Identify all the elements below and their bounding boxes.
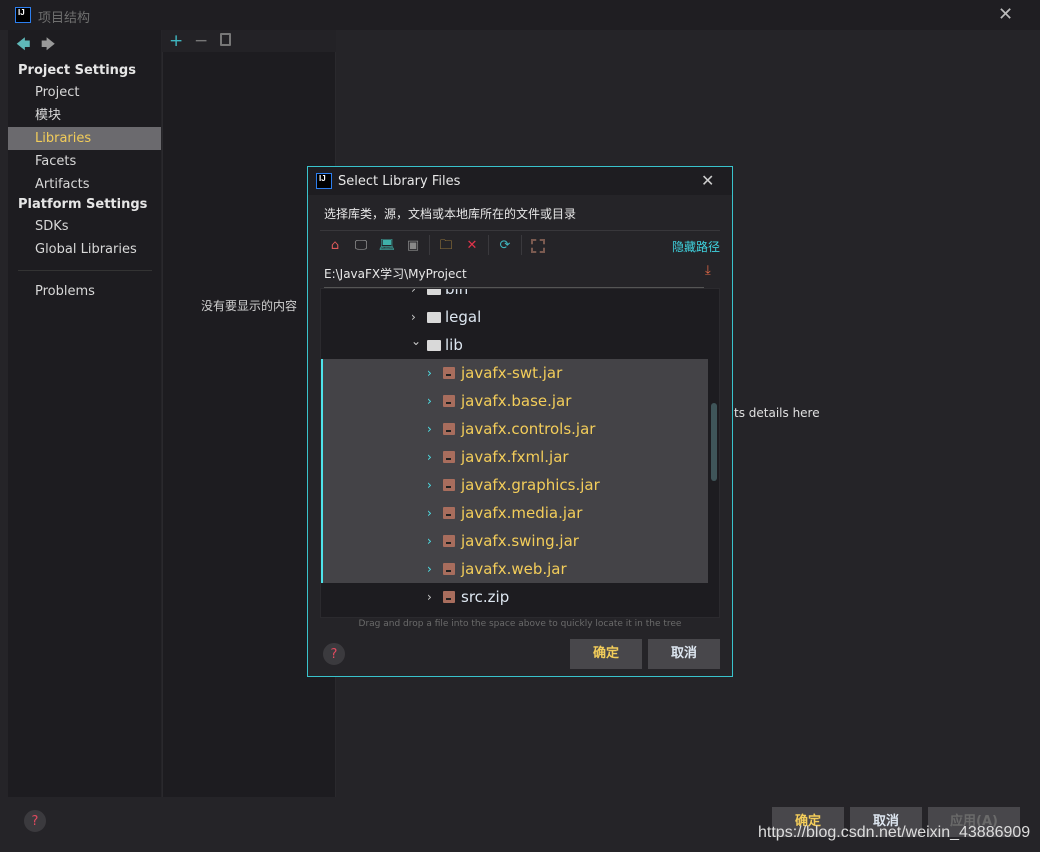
sidebar-item-libraries[interactable]: Libraries xyxy=(8,127,161,150)
details-placeholder-text: ts details here xyxy=(734,406,820,420)
tree-row-label: javafx.media.jar xyxy=(461,504,583,522)
tree-row[interactable]: › javafx.media.jar xyxy=(321,499,708,527)
dialog-close-icon[interactable]: ✕ xyxy=(701,171,714,190)
show-hidden-icon[interactable] xyxy=(531,239,545,253)
jar-icon xyxy=(443,535,455,547)
section-platform-settings: Platform Settings xyxy=(18,197,148,212)
toolbar-separator xyxy=(429,235,430,255)
file-tree[interactable]: › bin › legal ⌄ lib › javafx-swt.jar › javafx.bas… xyxy=(320,288,720,618)
chevron-right-icon[interactable]: › xyxy=(427,555,432,583)
title-bar xyxy=(0,0,1040,30)
empty-list-text: 没有要显示的内容 xyxy=(201,299,298,313)
tree-row[interactable]: › src.zip xyxy=(321,583,708,611)
tree-row[interactable]: › javafx.graphics.jar xyxy=(321,471,708,499)
select-library-files-dialog: IJ Select Library Files ✕ 选择库类，源，文档或本地库所… xyxy=(307,166,733,677)
sidebar-item-sdks[interactable]: SDKs xyxy=(8,215,161,238)
dialog-ok-button[interactable]: 确定 xyxy=(570,639,642,669)
jar-icon xyxy=(443,507,455,519)
toolbar-separator xyxy=(521,235,522,255)
section-project-settings: Project Settings xyxy=(18,63,136,78)
divider xyxy=(18,270,152,271)
intellij-logo-icon: IJ xyxy=(15,7,31,23)
tree-row-label: javafx.controls.jar xyxy=(461,420,596,438)
chevron-right-icon[interactable]: › xyxy=(411,289,416,303)
chevron-right-icon[interactable]: › xyxy=(427,527,432,555)
add-icon[interactable]: + xyxy=(169,31,183,51)
tree-row-label: legal xyxy=(445,308,482,326)
hide-path-link[interactable]: 隐藏路径 xyxy=(672,238,720,255)
tree-row[interactable]: › javafx.fxml.jar xyxy=(321,443,708,471)
tree-row-label: javafx.base.jar xyxy=(461,392,572,410)
copy-icon[interactable] xyxy=(220,33,231,46)
remove-icon[interactable]: − xyxy=(194,31,208,51)
jar-icon xyxy=(443,563,455,575)
sidebar-item-modules[interactable]: 模块 xyxy=(8,104,161,127)
sidebar-item-project[interactable]: Project xyxy=(8,81,161,104)
forward-arrow-icon[interactable]: 🡆 xyxy=(41,34,55,58)
download-icon[interactable]: ⤓ xyxy=(705,263,711,278)
jar-icon xyxy=(443,423,455,435)
chevron-right-icon[interactable]: › xyxy=(427,583,432,611)
project-folder-icon[interactable]: ▣ xyxy=(404,237,422,255)
folder-icon xyxy=(427,289,441,295)
tree-row[interactable]: › javafx-swt.jar xyxy=(321,359,708,387)
tree-row-label: javafx.web.jar xyxy=(461,560,567,578)
help-icon[interactable]: ? xyxy=(24,810,46,832)
path-input[interactable]: E:\JavaFX学习\MyProject xyxy=(324,265,704,288)
dialog-description: 选择库类，源，文档或本地库所在的文件或目录 xyxy=(324,207,577,221)
chevron-right-icon[interactable]: › xyxy=(427,471,432,499)
drag-hint-text: Drag and drop a file into the space abov… xyxy=(358,619,682,629)
home-icon[interactable]: ⌂ xyxy=(326,237,344,255)
tree-row-label: javafx.swing.jar xyxy=(461,532,579,550)
window-title: 项目结构 xyxy=(38,11,91,26)
divider xyxy=(320,230,720,231)
chevron-right-icon[interactable]: › xyxy=(427,359,432,387)
desktop-icon[interactable]: 🖵 xyxy=(352,237,370,255)
tree-row[interactable]: › javafx.base.jar xyxy=(321,387,708,415)
jar-icon xyxy=(443,367,455,379)
tree-row-label: bin xyxy=(445,288,469,298)
scrollbar-thumb[interactable] xyxy=(711,403,717,481)
chevron-right-icon[interactable]: › xyxy=(427,387,432,415)
watermark: https://blog.csdn.net/weixin_43886909 xyxy=(758,824,1031,841)
chevron-right-icon[interactable]: › xyxy=(427,415,432,443)
back-arrow-icon[interactable]: 🡄 xyxy=(16,34,30,58)
tree-row[interactable]: › legal xyxy=(321,303,708,331)
tree-row-label: lib xyxy=(445,336,463,354)
jar-icon xyxy=(443,451,455,463)
jar-icon xyxy=(443,395,455,407)
chevron-down-icon[interactable]: ⌄ xyxy=(411,327,421,355)
jar-icon xyxy=(443,591,455,603)
folder-icon xyxy=(427,340,441,351)
chevron-right-icon[interactable]: › xyxy=(427,443,432,471)
dialog-cancel-button[interactable]: 取消 xyxy=(648,639,720,669)
tree-row-label: javafx.graphics.jar xyxy=(461,476,600,494)
toolbar-separator xyxy=(488,235,489,255)
new-folder-icon[interactable]: 🗀 xyxy=(437,237,455,255)
dialog-title: Select Library Files xyxy=(338,174,461,189)
refresh-icon[interactable]: ⟳ xyxy=(496,237,514,255)
tree-row[interactable]: › javafx.controls.jar xyxy=(321,415,708,443)
tree-row[interactable]: › javafx.swing.jar xyxy=(321,527,708,555)
sidebar-item-artifacts[interactable]: Artifacts xyxy=(8,173,161,196)
tree-row[interactable]: › bin xyxy=(321,288,708,303)
sidebar-item-facets[interactable]: Facets xyxy=(8,150,161,173)
tree-row-label: src.zip xyxy=(461,588,510,606)
sidebar-item-problems[interactable]: Problems xyxy=(8,280,161,303)
tree-row[interactable]: › javafx.web.jar xyxy=(321,555,708,583)
sidebar-item-global-libraries[interactable]: Global Libraries xyxy=(8,238,161,261)
delete-icon[interactable]: ✕ xyxy=(463,237,481,255)
jar-icon xyxy=(443,479,455,491)
tree-row-label: javafx.fxml.jar xyxy=(461,448,569,466)
close-icon[interactable]: ✕ xyxy=(998,4,1013,25)
library-toolbar xyxy=(162,30,336,52)
help-icon[interactable]: ? xyxy=(323,643,345,665)
chevron-right-icon[interactable]: › xyxy=(427,499,432,527)
tree-row-label: javafx-swt.jar xyxy=(461,364,563,382)
tree-row[interactable]: ⌄ lib xyxy=(321,331,708,359)
laptop-icon[interactable]: 💻︎ xyxy=(378,237,396,255)
folder-icon xyxy=(427,312,441,323)
intellij-logo-icon: IJ xyxy=(316,173,332,189)
